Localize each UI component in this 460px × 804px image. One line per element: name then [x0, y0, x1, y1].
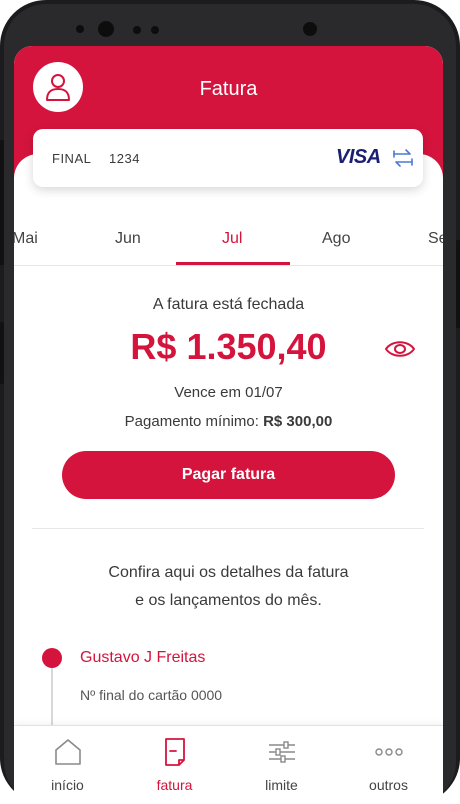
nav-label-limite: limite — [265, 777, 298, 793]
tab-month-ago[interactable]: Ago — [322, 230, 350, 248]
card-selector[interactable]: FINAL 1234 VISA — [33, 129, 423, 187]
bottom-navigation: início fatura limite outros — [14, 725, 443, 804]
nav-item-outros[interactable]: outros — [335, 726, 442, 804]
app-screen: Fatura FINAL 1234 VISA Mai Jun Jul Ago S… — [14, 46, 443, 804]
invoice-status: A fatura está fechada — [152, 296, 305, 313]
eye-icon[interactable] — [384, 338, 416, 360]
cardholder-name: Gustavo J Freitas — [80, 649, 206, 666]
details-line-2: e os lançamentos do mês. — [135, 592, 322, 609]
nav-item-fatura[interactable]: fatura — [121, 726, 228, 804]
phone-power-button — [456, 240, 460, 328]
tab-month-set[interactable]: Se — [428, 230, 443, 248]
month-tabs: Mai Jun Jul Ago Se — [14, 220, 443, 266]
card-final-number: 1234 — [109, 151, 140, 166]
details-text: Confira aqui os detalhes da fatura e os … — [14, 559, 443, 615]
page-title: Fatura — [199, 78, 258, 100]
tab-month-jul[interactable]: Jul — [222, 230, 242, 248]
nav-item-limite[interactable]: limite — [228, 726, 335, 804]
cardholder-card-final: Nº final do cartão 0000 — [80, 687, 223, 703]
card-final-label: FINAL — [52, 151, 92, 166]
tab-month-mai[interactable]: Mai — [14, 230, 38, 248]
phone-sensor-dot — [76, 25, 84, 33]
phone-camera — [98, 21, 114, 37]
details-line-1: Confira aqui os detalhes da fatura — [108, 564, 349, 581]
phone-sensor-dot — [133, 26, 141, 34]
divider — [32, 528, 424, 529]
minimum-payment: Pagamento mínimo: R$ 300,00 — [14, 413, 443, 430]
phone-front-camera — [303, 22, 317, 36]
phone-side-button — [0, 322, 4, 384]
nav-label-fatura: fatura — [156, 777, 193, 793]
visa-logo: VISA — [336, 146, 381, 168]
nav-label-outros: outros — [369, 777, 408, 793]
sliders-icon — [268, 741, 295, 763]
phone-sensor-dot — [151, 26, 159, 34]
minimum-payment-value: R$ 300,00 — [263, 413, 333, 430]
invoice-icon — [164, 738, 185, 766]
due-date: Vence em 01/07 — [174, 384, 283, 401]
active-tab-indicator — [176, 262, 290, 265]
nav-label-inicio: início — [51, 777, 84, 793]
home-icon — [54, 739, 81, 765]
phone-volume-button — [0, 140, 4, 265]
phone-frame: Fatura FINAL 1234 VISA Mai Jun Jul Ago S… — [0, 0, 460, 804]
invoice-amount: R$ 1.350,40 — [130, 326, 327, 367]
tab-month-jun[interactable]: Jun — [115, 230, 141, 248]
pay-invoice-button[interactable]: Pagar fatura — [62, 451, 395, 499]
swap-card-icon[interactable] — [392, 148, 414, 168]
nav-item-inicio[interactable]: início — [14, 726, 121, 804]
timeline-dot — [42, 648, 62, 668]
minimum-payment-label: Pagamento mínimo: — [124, 413, 259, 430]
more-icon — [374, 748, 403, 756]
